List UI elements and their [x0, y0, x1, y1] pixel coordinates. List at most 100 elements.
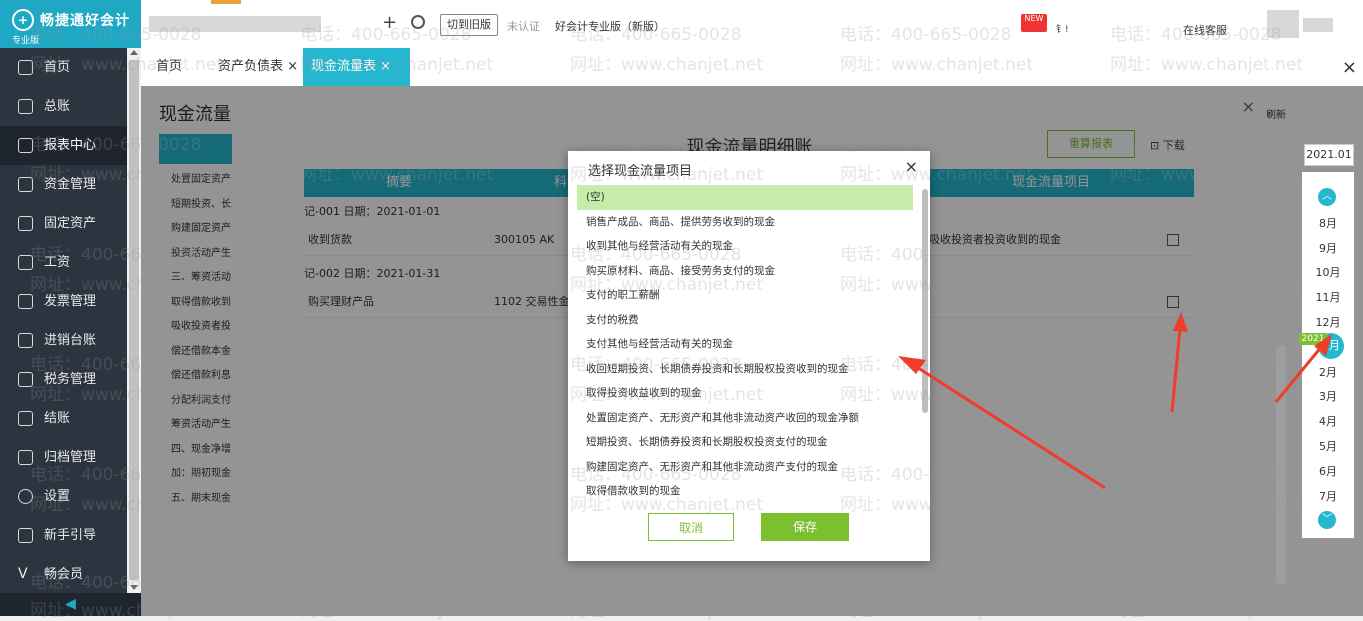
- sidebar-item-label: 新手引导: [44, 528, 97, 543]
- month-item[interactable]: 2月: [1302, 364, 1354, 380]
- sidebar-item-label: 畅会员: [44, 567, 84, 582]
- sidebar-item-label: 首页: [44, 60, 71, 75]
- chevron-up-icon[interactable]: ︿: [1318, 188, 1336, 206]
- month-item[interactable]: 3月: [1302, 388, 1354, 404]
- month-selector: ︿ 8月 9月 10月 11月 12月 1月 2月 3月 4月 5月 6月 7月…: [1302, 172, 1354, 538]
- sidebar-scrollbar[interactable]: [127, 48, 141, 593]
- sidebar-item-stock[interactable]: 进销台账: [0, 321, 127, 360]
- stock-icon: [18, 333, 33, 348]
- guide-icon: [18, 528, 33, 543]
- sidebar-nav: 首页 总账 报表中心 资金管理 固定资产 工资 发票管理 进销台账 税务管理 结…: [0, 48, 127, 594]
- save-button[interactable]: 保存: [761, 513, 849, 541]
- detail-scrollbar[interactable]: [1276, 346, 1286, 584]
- gear-icon[interactable]: [411, 15, 425, 29]
- list-item[interactable]: 收回短期投资、长期债券投资和长期股权投资收到的现金: [577, 357, 913, 382]
- summary-cell: 购买理财产品: [308, 295, 374, 308]
- sidebar-item-assets[interactable]: 固定资产: [0, 204, 127, 243]
- sidebar-item-settings[interactable]: 设置: [0, 477, 127, 516]
- online-service-link[interactable]: 在线客服: [1183, 22, 1227, 38]
- app-name: 畅捷通好会计: [40, 13, 130, 29]
- list-item[interactable]: 支付的税费: [577, 308, 913, 333]
- sidebar-item-label: 结账: [44, 411, 71, 426]
- edit-icon[interactable]: [1167, 296, 1179, 308]
- scroll-up-icon[interactable]: [130, 50, 138, 55]
- month-item[interactable]: 8月: [1302, 215, 1354, 231]
- list-scrollbar[interactable]: [922, 189, 928, 413]
- tab-cash-flow[interactable]: 现金流量表 ×: [303, 48, 410, 86]
- month-item[interactable]: 10月: [1302, 264, 1354, 280]
- sidebar-item-label: 工资: [44, 255, 71, 270]
- chevron-down-icon[interactable]: ﹀: [1318, 511, 1336, 529]
- edit-icon[interactable]: [1167, 234, 1179, 246]
- list-item-selected[interactable]: (空): [577, 185, 913, 210]
- cash-flow-item-list: (空) 销售产成品、商品、提供劳务收到的现金 收到其他与经营活动有关的现金 购买…: [577, 185, 922, 497]
- close-icon[interactable]: ×: [905, 157, 918, 176]
- new-badge-icon[interactable]: NEW: [1021, 14, 1047, 32]
- sidebar-item-archive[interactable]: 归档管理: [0, 438, 127, 477]
- month-item[interactable]: 11月: [1302, 289, 1354, 305]
- company-name-redacted: [149, 16, 321, 32]
- vip-icon: V: [18, 566, 28, 582]
- add-icon[interactable]: +: [382, 12, 397, 33]
- month-item[interactable]: 6月: [1302, 463, 1354, 479]
- username-redacted[interactable]: [1303, 18, 1333, 32]
- month-item[interactable]: 12月: [1302, 314, 1354, 330]
- sidebar-item-ledger[interactable]: 总账: [0, 87, 127, 126]
- sidebar-item-label: 资金管理: [44, 177, 97, 192]
- list-item[interactable]: 收到其他与经营活动有关的现金: [577, 234, 913, 259]
- money-icon: [18, 177, 33, 192]
- column-header: 摘要: [386, 175, 413, 190]
- download-icon: ⊡: [1150, 139, 1163, 152]
- list-item[interactable]: 处置固定资产、无形资产和其他非流动资产收回的现金净额: [577, 406, 913, 431]
- list-item[interactable]: 购买原材料、商品、接受劳务支付的现金: [577, 259, 913, 284]
- sidebar-item-invoice[interactable]: 发票管理: [0, 282, 127, 321]
- list-item[interactable]: 取得投资收益收到的现金: [577, 381, 913, 406]
- tab-balance-sheet[interactable]: 资产负债表 ×: [218, 48, 298, 86]
- avatar[interactable]: [1267, 10, 1299, 38]
- certification-status[interactable]: 未认证: [507, 18, 540, 34]
- year-selector[interactable]: 2021.01: [1304, 144, 1354, 166]
- cancel-button[interactable]: 取消: [648, 513, 734, 541]
- list-item[interactable]: 支付的职工薪酬: [577, 283, 913, 308]
- sidebar-item-closing[interactable]: 结账: [0, 399, 127, 438]
- sidebar-item-vip[interactable]: V 畅会员: [0, 555, 127, 594]
- list-item[interactable]: 取得借款收到的现金: [577, 479, 913, 497]
- close-icon[interactable]: ×: [1242, 97, 1255, 116]
- list-item[interactable]: 购建固定资产、无形资产和其他非流动资产支付的现金: [577, 455, 913, 480]
- chart-icon: [18, 138, 33, 153]
- column-header: 现金流量项目: [1012, 175, 1091, 190]
- sidebar-item-label: 归档管理: [44, 450, 97, 465]
- tab-home[interactable]: 首页: [156, 48, 182, 86]
- sidebar-item-salary[interactable]: 工资: [0, 243, 127, 282]
- recalculate-report-button[interactable]: 重算报表: [1047, 130, 1135, 158]
- month-item[interactable]: 4月: [1302, 413, 1354, 429]
- sidebar-item-home[interactable]: 首页: [0, 48, 127, 87]
- notification-indicator[interactable]: 钅!: [1056, 22, 1069, 35]
- scroll-thumb[interactable]: [129, 60, 139, 580]
- list-item[interactable]: 销售产成品、商品、提供劳务收到的现金: [577, 210, 913, 235]
- month-item[interactable]: 7月: [1302, 488, 1354, 504]
- list-item[interactable]: 支付其他与经营活动有关的现金: [577, 332, 913, 357]
- summary-cell: 收到货款: [308, 233, 352, 246]
- close-icon[interactable]: ×: [1342, 57, 1357, 78]
- close-book-icon: [18, 411, 33, 426]
- sidebar-item-tax[interactable]: 税务管理: [0, 360, 127, 399]
- archive-icon: [18, 450, 33, 465]
- top-bar: + 切到旧版 未认证 好会计专业版（新版） NEW 钅! 在线客服: [141, 0, 1363, 48]
- scroll-down-icon[interactable]: [130, 585, 138, 590]
- month-item[interactable]: 5月: [1302, 438, 1354, 454]
- sidebar-item-label: 发票管理: [44, 294, 97, 309]
- gear-icon: [18, 489, 33, 504]
- app-logo[interactable]: + 畅捷通好会计 专业版: [0, 0, 141, 48]
- switch-old-version-button[interactable]: 切到旧版: [440, 14, 498, 36]
- sidebar-item-funds[interactable]: 资金管理: [0, 165, 127, 204]
- collapse-sidebar-icon[interactable]: ◀: [0, 593, 141, 616]
- month-item[interactable]: 9月: [1302, 240, 1354, 256]
- sidebar-item-guide[interactable]: 新手引导: [0, 516, 127, 555]
- sidebar-item-reports[interactable]: 报表中心: [0, 126, 127, 165]
- account-cell: 300105 AK: [494, 233, 555, 246]
- tab-bar: 首页 资产负债表 × 现金流量表 × ×: [141, 48, 1363, 87]
- tax-icon: [18, 372, 33, 387]
- list-item[interactable]: 短期投资、长期债券投资和长期股权投资支付的现金: [577, 430, 913, 455]
- download-button[interactable]: ⊡ 下载: [1150, 137, 1185, 153]
